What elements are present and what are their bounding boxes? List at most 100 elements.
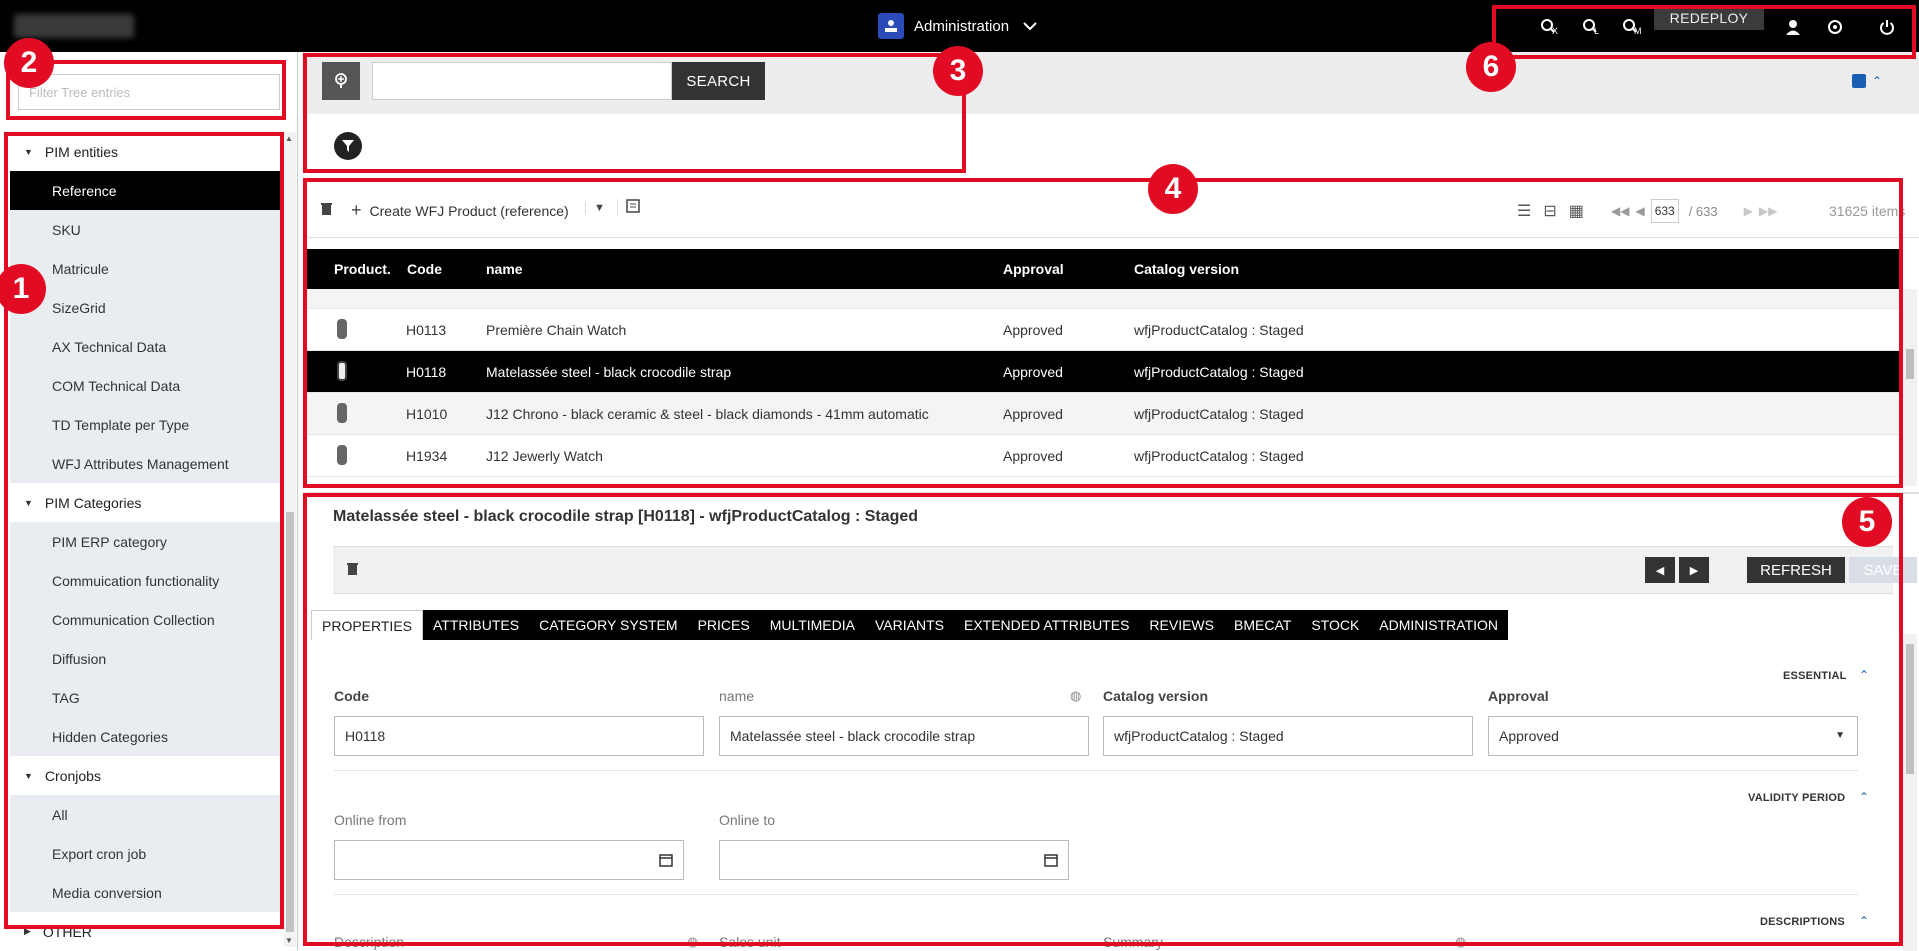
tab-multimedia[interactable]: MULTIMEDIA [760,610,865,640]
tree-item-hidden-categories[interactable]: Hidden Categories [10,717,282,756]
perspective-selector[interactable]: Administration [878,13,1037,39]
next-item-button[interactable]: ▶ [1679,557,1709,583]
tree-item-communication-functionality[interactable]: Commuication functionality [10,561,282,600]
table-row-selected[interactable]: H0118 Matelassée steel - black crocodile… [305,351,1899,393]
tree-item-ax-technical-data[interactable]: AX Technical Data [10,327,282,366]
online-from-field[interactable] [334,840,684,880]
scroll-up-icon[interactable]: ▲ [285,134,293,143]
search-input[interactable] [372,62,672,100]
tab-stock[interactable]: STOCK [1301,610,1369,640]
globe-icon[interactable]: ◍ [1070,688,1081,704]
tree-group-pim-entities[interactable]: ▼ PIM entities [10,132,282,171]
list-view-icon[interactable]: ☰ [1517,201,1531,221]
sidebar-scrollbar[interactable]: ▲ ▼ [284,132,296,947]
tree-view-icon[interactable]: ⊟ [1543,201,1556,221]
online-from-label: Online from [334,812,407,828]
tree-group-cronjobs[interactable]: ▼ Cronjobs [10,756,282,795]
scroll-down-icon[interactable]: ▼ [285,936,293,945]
tree-item-pim-erp-category[interactable]: PIM ERP category [10,522,282,561]
cell-catalog-version: wfjProductCatalog : Staged [1134,448,1304,464]
column-header-code[interactable]: Code [407,261,442,277]
calendar-icon[interactable] [659,841,673,879]
name-field[interactable]: Matelassée steel - black crocodile strap [719,716,1089,756]
last-page-icon[interactable]: ▶▶ [1759,204,1777,218]
tree-item-tag[interactable]: TAG [10,678,282,717]
grid-view-icon[interactable]: ▦ [1569,201,1584,221]
status-icon[interactable] [1824,16,1846,38]
globe-icon[interactable]: ◍ [687,934,698,950]
caret-down-icon[interactable]: ▼ [585,202,605,214]
table-row[interactable]: H1934 J12 Jewerly Watch Approved wfjProd… [305,435,1899,477]
tab-administration[interactable]: ADMINISTRATION [1369,610,1508,640]
column-header-approval[interactable]: Approval [1003,261,1064,277]
collapse-search-control[interactable]: ⌃ [1852,74,1882,88]
delete-icon[interactable] [321,202,332,218]
scrollbar-thumb[interactable] [286,512,294,932]
refresh-button[interactable]: REFRESH [1747,557,1845,583]
tree-item-all[interactable]: All [10,795,282,834]
tree-item-reference[interactable]: Reference [10,171,282,210]
collapse-chevron-icon[interactable]: ⌃ [1859,668,1869,682]
filter-icon[interactable] [334,132,362,160]
tab-bmecat[interactable]: BMECAT [1224,610,1301,640]
first-page-icon[interactable]: ◀◀ [1611,204,1629,218]
export-icon[interactable] [617,199,640,216]
tree-item-media-conversion[interactable]: Media conversion [10,873,282,912]
tree-item-communication-collection[interactable]: Communication Collection [10,600,282,639]
tab-attributes[interactable]: ATTRIBUTES [423,610,529,640]
next-page-icon[interactable]: ▶ [1744,204,1753,218]
tree-item-export-cron-job[interactable]: Export cron job [10,834,282,873]
name-label: name [719,688,755,704]
table-row[interactable]: H1010 J12 Chrono - black ceramic & steel… [305,393,1899,435]
collapse-chevron-icon[interactable]: ⌃ [1859,790,1869,804]
tab-variants[interactable]: VARIANTS [865,610,954,640]
editor-scrollbar[interactable] [1903,634,1917,951]
redeploy-button[interactable]: REDEPLOY [1654,6,1764,30]
save-button[interactable]: SAVE [1849,557,1917,583]
scrollbar-thumb[interactable] [1906,349,1914,379]
tab-properties[interactable]: PROPERTIES [311,610,423,640]
create-button[interactable]: + Create WFJ Product (reference) [351,200,569,221]
table-row[interactable]: H0113 Première Chain Watch Approved wfjP… [305,309,1899,351]
previous-page-icon[interactable]: ◀ [1635,204,1644,218]
tree-item-sku[interactable]: SKU [10,210,282,249]
collapse-chevron-icon[interactable]: ⌃ [1859,914,1869,928]
tab-category-system[interactable]: CATEGORY SYSTEM [529,610,687,640]
power-icon[interactable] [1876,16,1898,38]
globe-icon[interactable]: ◍ [1455,934,1466,950]
column-header-catalog-version[interactable]: Catalog version [1134,261,1239,277]
search-l-icon[interactable]: L [1580,16,1602,38]
search-button[interactable]: SEARCH [672,62,765,100]
list-scrollbar[interactable] [1903,289,1917,486]
catalog-version-field[interactable]: wfjProductCatalog : Staged [1103,716,1473,756]
advanced-search-button[interactable] [322,62,360,100]
online-to-field[interactable] [719,840,1069,880]
delete-icon[interactable] [347,562,358,578]
table-row-partial[interactable] [305,289,1899,309]
tree-item-diffusion[interactable]: Diffusion [10,639,282,678]
tree-item-wfj-attributes[interactable]: WFJ Attributes Management [10,444,282,483]
approval-select[interactable]: Approved ▼ [1488,716,1858,756]
previous-item-button[interactable]: ◀ [1645,557,1675,583]
tab-reviews[interactable]: REVIEWS [1139,610,1224,640]
filter-tree-input[interactable] [18,74,280,110]
scrollbar-thumb[interactable] [1906,644,1914,774]
user-icon[interactable] [1782,16,1804,38]
search-m-icon[interactable]: M [1620,16,1642,38]
tab-extended-attributes[interactable]: EXTENDED ATTRIBUTES [954,610,1139,640]
cell-catalog-version: wfjProductCatalog : Staged [1134,406,1304,422]
tab-prices[interactable]: PRICES [688,610,760,640]
tree-item-com-technical-data[interactable]: COM Technical Data [10,366,282,405]
column-header-product[interactable]: Product. [334,261,391,277]
calendar-icon[interactable] [1044,841,1058,879]
page-input[interactable]: 633 [1650,199,1679,223]
tree-item-matricule[interactable]: Matricule [10,249,282,288]
tree-group-other[interactable]: ▶ OTHER [10,912,282,947]
column-header-name[interactable]: name [486,261,523,277]
global-tools: X L M REDEPLOY [1494,0,1919,52]
tree-item-sizegrid[interactable]: SizeGrid [10,288,282,327]
tree-group-pim-categories[interactable]: ▼ PIM Categories [10,483,282,522]
code-field[interactable]: H0118 [334,716,704,756]
tree-item-td-template[interactable]: TD Template per Type [10,405,282,444]
search-x-icon[interactable]: X [1538,16,1560,38]
